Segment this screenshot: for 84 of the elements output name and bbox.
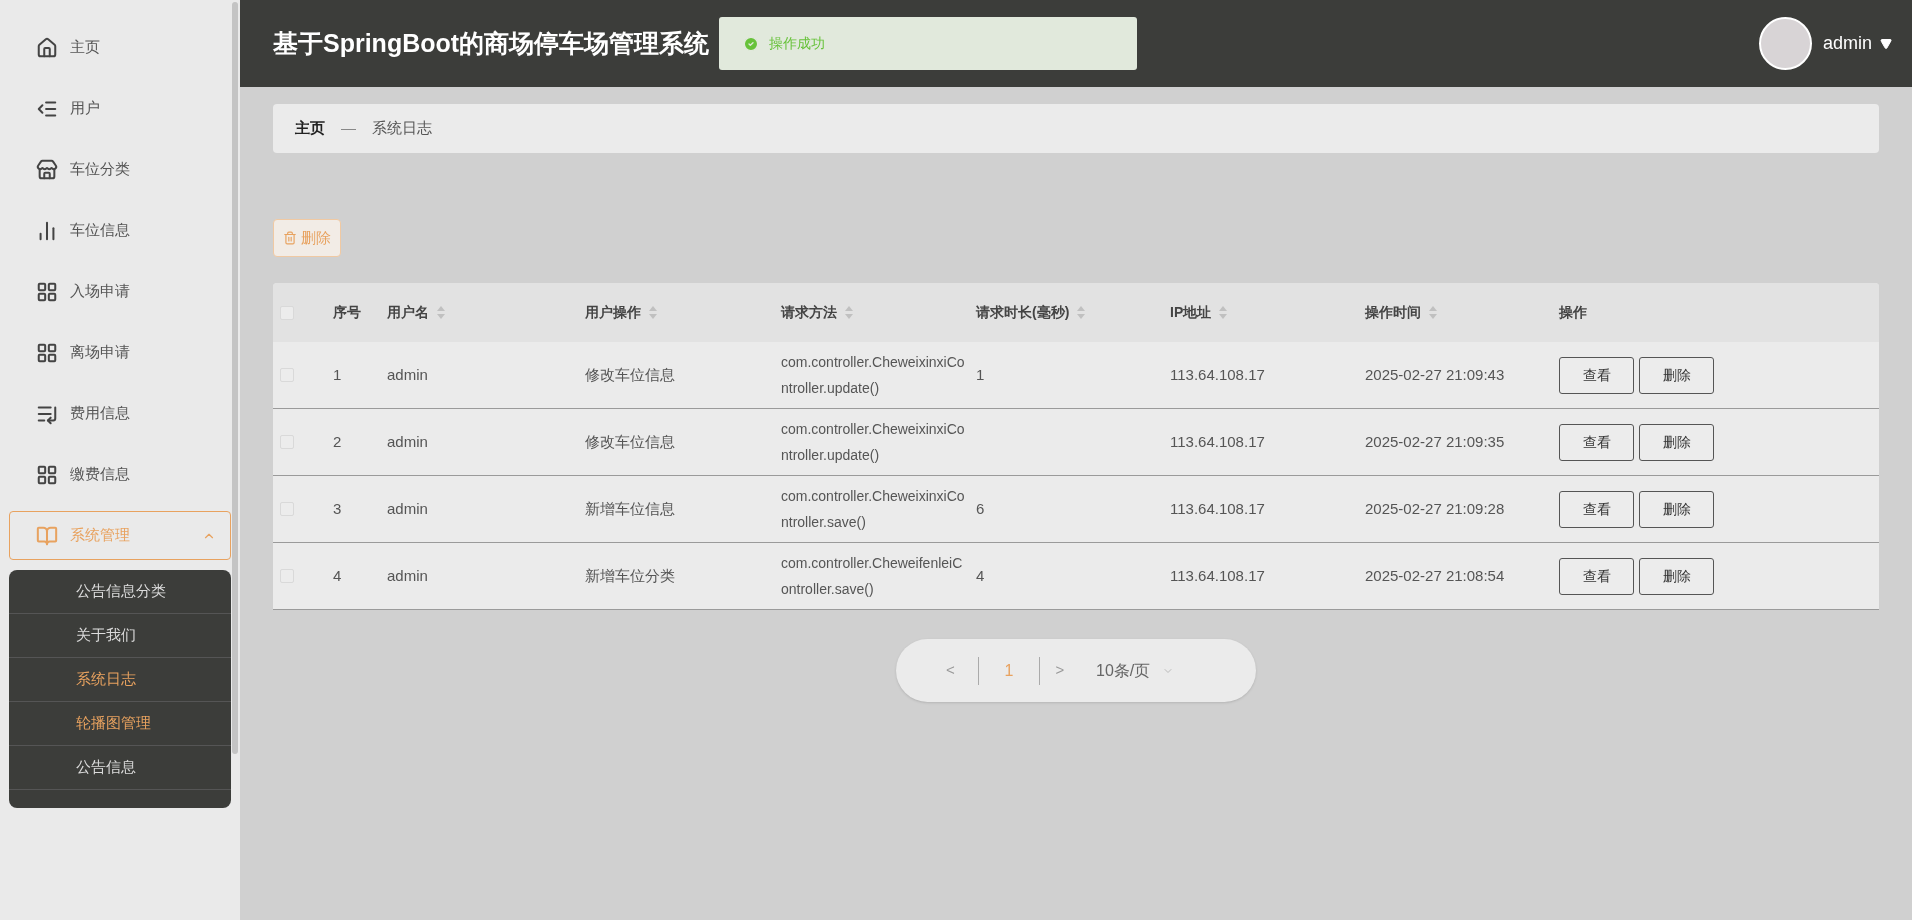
table-cell: 1: [976, 365, 985, 383]
table-cell: 113.64.108.17: [1170, 566, 1265, 584]
breadcrumb-link[interactable]: 主页: [295, 117, 325, 140]
home-icon: [36, 36, 58, 59]
grid-icon: [36, 280, 58, 303]
table-cell: 2: [333, 432, 342, 450]
table-row[interactable]: 4 admin 新增车位分类 com.controller.CheweifenleiController.save() 4 113.64.108.17 2025-02-27 21:08:54 查看 删除: [273, 543, 1879, 610]
delete-row-button[interactable]: 删除: [1639, 356, 1714, 394]
column-header[interactable]: 请求方法: [781, 302, 837, 323]
table-cell: 新增车位信息: [585, 499, 675, 517]
column-header[interactable]: 操作时间: [1365, 302, 1421, 323]
sort-icon[interactable]: [845, 306, 853, 319]
table-cell: admin: [387, 432, 428, 450]
scrollbar[interactable]: [232, 2, 238, 754]
submenu-item[interactable]: 关于我们: [9, 614, 231, 658]
submenu-item[interactable]: 公告信息分类: [9, 570, 231, 614]
table-cell: 4: [976, 566, 985, 584]
sidebar-item[interactable]: 主页: [9, 23, 231, 72]
sort-icon[interactable]: [1219, 306, 1228, 319]
table-cell: 2025-02-27 21:09:43: [1365, 365, 1505, 383]
table-cell: 113.64.108.17: [1170, 499, 1265, 517]
table-cell-text: com.controller.CheweixinxiController.update(): [781, 353, 966, 398]
table-cell: 3: [333, 499, 342, 517]
table-cell: 6: [976, 499, 985, 517]
table-cell: 1: [333, 365, 342, 383]
column-header: 序号: [333, 303, 361, 322]
store-icon: [36, 158, 58, 181]
book-icon: [36, 524, 58, 547]
submenu-item[interactable]: 公告信息: [9, 746, 231, 790]
view-button[interactable]: 查看: [1559, 557, 1634, 595]
delete-row-button[interactable]: 删除: [1639, 490, 1714, 528]
column-header[interactable]: 用户操作: [585, 302, 641, 323]
success-toast: 操作成功: [719, 17, 1138, 70]
table-cell: admin: [387, 566, 428, 584]
grid-icon: [36, 463, 58, 486]
check-icon: [743, 35, 760, 52]
view-button[interactable]: 查看: [1559, 356, 1634, 394]
table-cell: admin: [387, 365, 428, 383]
avatar[interactable]: [1758, 17, 1812, 70]
username[interactable]: admin: [1822, 30, 1872, 57]
table-cell-text: com.controller.CheweixinxiController.update(): [781, 420, 966, 465]
table-cell: 2025-02-27 21:09:28: [1365, 499, 1505, 517]
sidebar-item[interactable]: 费用信息: [9, 389, 231, 438]
sidebar-item[interactable]: 入场申请: [9, 267, 231, 316]
sidebar-item[interactable]: 车位分类: [9, 145, 231, 194]
column-header[interactable]: IP地址: [1170, 302, 1212, 323]
breadcrumb-link[interactable]: 系统日志: [372, 117, 432, 140]
sidebar-item[interactable]: 用户: [9, 84, 231, 133]
table-cell: 2025-02-27 21:08:54: [1365, 566, 1505, 584]
column-header: 操作: [1559, 303, 1587, 322]
table-cell: 修改车位信息: [585, 365, 675, 383]
table-row[interactable]: 3 admin 新增车位信息 com.controller.CheweixinxiController.save() 6 113.64.108.17 2025-02-27 21:09:28 查看 删除: [273, 476, 1879, 543]
view-button[interactable]: 查看: [1559, 423, 1634, 461]
table-cell: 113.64.108.17: [1170, 432, 1265, 450]
table-cell: 4: [333, 566, 342, 584]
sort-icon[interactable]: [1429, 306, 1437, 319]
view-button[interactable]: 查看: [1559, 490, 1634, 528]
sort-icon[interactable]: [437, 306, 445, 319]
sort-icon[interactable]: [649, 306, 657, 319]
sidebar-item[interactable]: 缴费信息: [9, 450, 231, 499]
column-header[interactable]: 用户名: [387, 302, 429, 323]
sidebar-item[interactable]: 离场申请: [9, 328, 231, 377]
breadcrumb-separator: —: [341, 118, 356, 139]
dropdown-caret-icon[interactable]: [1880, 37, 1892, 50]
submenu-item[interactable]: 系统日志: [9, 658, 231, 702]
delete-row-button[interactable]: 删除: [1639, 557, 1714, 595]
sidebar-item[interactable]: 车位信息: [9, 206, 231, 255]
table-cell: 修改车位信息: [585, 432, 675, 450]
table-row[interactable]: 2 admin 修改车位信息 com.controller.CheweixinxiController.update() 113.64.108.17 2025-02-27 21:09:35 查看 删除: [273, 409, 1879, 476]
table-cell: 新增车位分类: [585, 566, 675, 584]
app-title: 基于SpringBoot的商场停车场管理系统: [273, 27, 710, 59]
page-size-select[interactable]: 10条/页: [1096, 658, 1151, 683]
table-cell: admin: [387, 499, 428, 517]
submenu-item[interactable]: 轮播图管理: [9, 702, 231, 746]
sort-icon[interactable]: [1077, 306, 1086, 319]
table-cell-text: com.controller.CheweifenleiController.save(): [781, 554, 964, 599]
table-cell: 113.64.108.17: [1170, 365, 1265, 383]
table-cell: 2025-02-27 21:09:35: [1365, 432, 1505, 450]
column-header[interactable]: 请求时长(毫秒): [976, 302, 1070, 323]
grid-icon: [36, 341, 58, 364]
delete-row-button[interactable]: 删除: [1639, 423, 1714, 461]
table-cell-text: com.controller.CheweixinxiController.save(): [781, 487, 966, 532]
table-row[interactable]: 1 admin 修改车位信息 com.controller.CheweixinxiController.update() 1 113.64.108.17 2025-02-27 21:09:43 查看 删除: [273, 342, 1879, 409]
trash-icon: [283, 231, 297, 245]
